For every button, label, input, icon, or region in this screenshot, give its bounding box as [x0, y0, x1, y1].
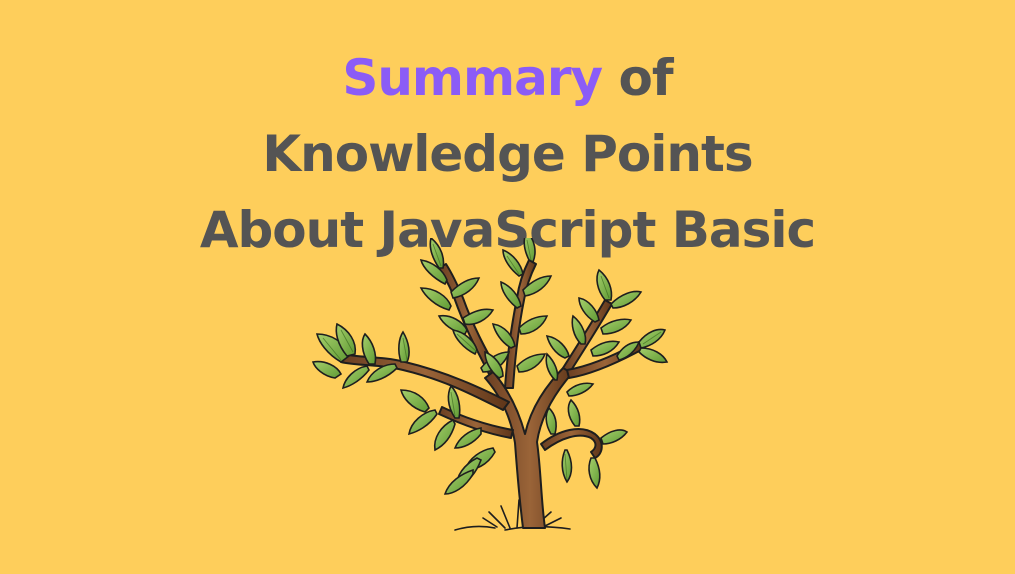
title-highlight: Summary [342, 49, 603, 107]
title-line-1: Summary of [0, 40, 1015, 116]
tree-icon [311, 238, 669, 531]
title-line-2: Knowledge Points [262, 125, 753, 183]
page-title: Summary of Knowledge Points About JavaSc… [0, 40, 1015, 268]
tree-illustration [305, 238, 685, 538]
grass [454, 499, 571, 531]
leaves [311, 238, 669, 495]
title-line-1-rest: of [618, 49, 674, 107]
banner-background: Summary of Knowledge Points About JavaSc… [0, 0, 1015, 574]
